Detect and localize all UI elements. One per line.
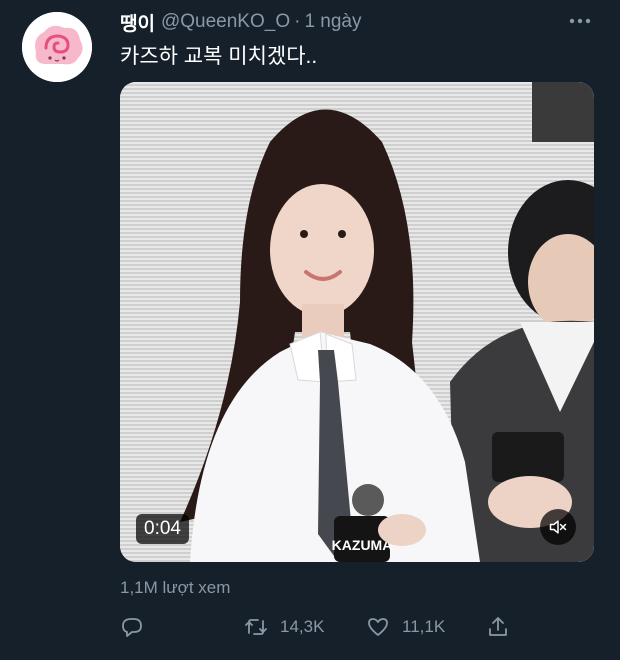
tweet: 땡이 @QueenKO_O · 1 ngày 카즈하 교복 미치겠다.. KAZ…: [0, 0, 620, 660]
tweet-header: 땡이 @QueenKO_O · 1 ngày: [120, 9, 361, 36]
speaker-muted-icon: [549, 520, 567, 534]
like-count: 11,1K: [402, 617, 446, 636]
view-count: 1,1M lượt xem: [120, 578, 231, 597]
retweet-count: 14,3K: [280, 617, 325, 636]
retweet-icon: [245, 619, 267, 635]
avatar[interactable]: [22, 12, 92, 82]
author-handle[interactable]: @QueenKO_O: [161, 11, 290, 33]
tweet-text: 카즈하 교복 미치겠다..: [120, 45, 318, 68]
more-dots-icon: [569, 18, 591, 24]
more-options-button[interactable]: [566, 10, 594, 32]
like-button[interactable]: 11,1K: [366, 612, 445, 642]
pink-swirl-cloud-avatar-icon: [22, 12, 92, 82]
reply-icon: [122, 618, 142, 637]
author-display-name[interactable]: 땡이: [120, 9, 155, 36]
share-button[interactable]: [486, 612, 522, 642]
header-separator: ·: [294, 11, 301, 32]
tweet-timestamp[interactable]: 1 ngày: [304, 11, 361, 33]
reply-button[interactable]: [120, 612, 156, 642]
video-frame: KAZUMA: [120, 82, 594, 562]
retweet-button[interactable]: 14,3K: [244, 612, 324, 642]
tweet-actions: 14,3K 11,1K: [120, 612, 594, 642]
video-duration: 0:04: [136, 514, 189, 544]
mute-button[interactable]: [540, 509, 576, 545]
heart-icon: [368, 618, 388, 636]
video-player[interactable]: KAZUMA 0:04: [120, 82, 594, 562]
share-icon: [489, 617, 507, 636]
